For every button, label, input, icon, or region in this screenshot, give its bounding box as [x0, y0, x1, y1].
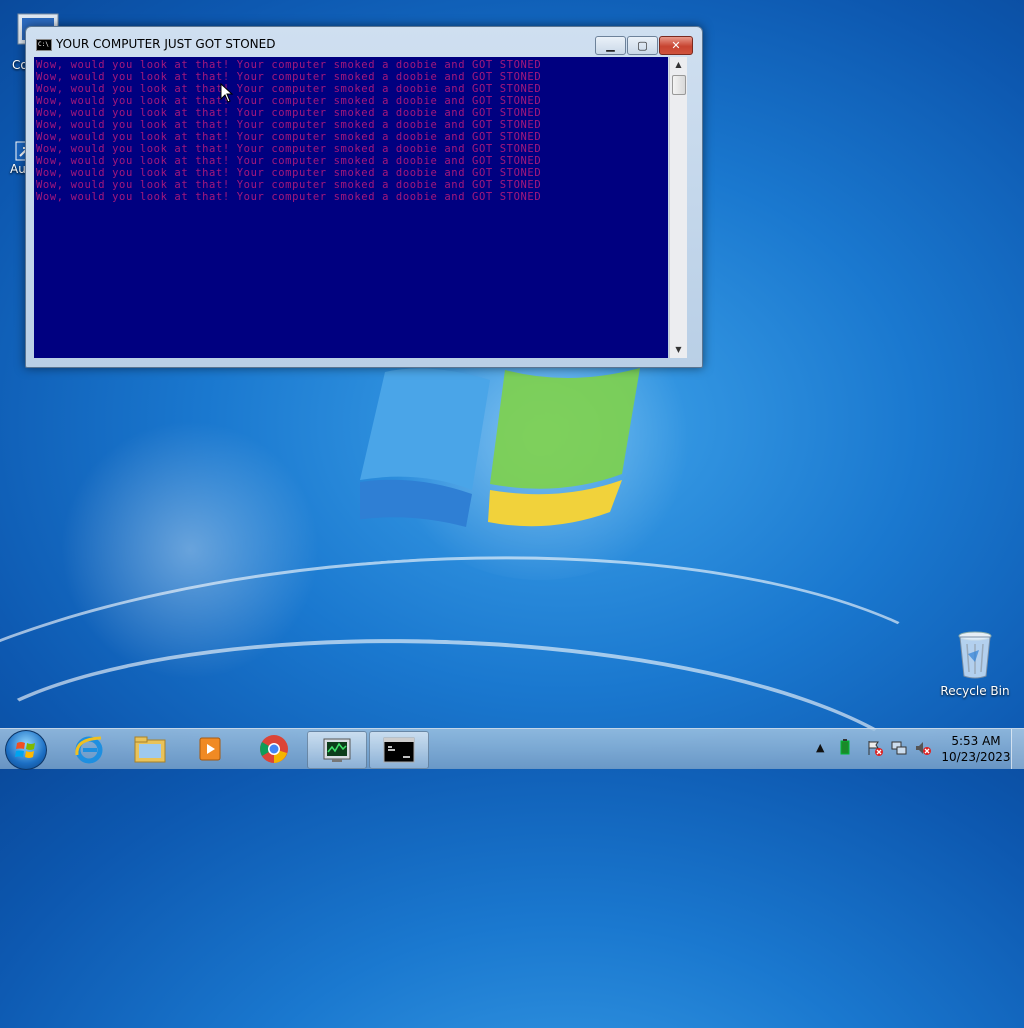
file-explorer-icon	[134, 736, 166, 763]
recycle-bin-icon	[958, 631, 992, 679]
minimize-icon: ▁	[606, 39, 615, 52]
console-line: Wow, would you look at that! Your comput…	[36, 59, 542, 71]
console-output[interactable]: Wow, would you look at that! Your comput…	[34, 57, 668, 358]
close-button[interactable]: ✕	[659, 36, 693, 55]
console-line: Wow, would you look at that! Your comput…	[36, 83, 542, 95]
action-center-flag-icon[interactable]	[866, 739, 884, 760]
desktop-icon-label: Recycle Bin	[940, 684, 1010, 698]
maximize-button[interactable]: ▢	[627, 36, 658, 55]
taskbar-command-prompt[interactable]	[369, 731, 429, 769]
show-hidden-icons-icon[interactable]: ▲	[816, 741, 824, 754]
taskbar-media-player[interactable]	[181, 731, 239, 767]
clock-time: 5:53 AM	[951, 734, 1001, 748]
battery-icon[interactable]	[840, 739, 850, 758]
internet-explorer-icon	[75, 736, 103, 764]
taskbar: ▲ 5:53 AM 10/23/2023	[0, 728, 1024, 770]
command-prompt-icon	[36, 39, 52, 51]
volume-muted-icon[interactable]	[914, 739, 932, 760]
window-title: YOUR COMPUTER JUST GOT STONED	[56, 37, 276, 51]
task-manager-icon	[323, 738, 351, 762]
console-line: Wow, would you look at that! Your comput…	[36, 71, 542, 83]
console-line: Wow, would you look at that! Your comput…	[36, 119, 542, 131]
console-lines: Wow, would you look at that! Your comput…	[34, 57, 668, 203]
desktop-icon-recycle-bin[interactable]: Recycle Bin	[940, 630, 1010, 698]
close-icon: ✕	[671, 39, 681, 52]
windows-logo	[360, 368, 640, 527]
console-line: Wow, would you look at that! Your comput…	[36, 131, 542, 143]
vertical-scrollbar[interactable]: ▲ ▼	[669, 57, 687, 358]
media-player-icon	[199, 737, 221, 761]
console-line: Wow, would you look at that! Your comput…	[36, 143, 542, 155]
minimize-button[interactable]: ▁	[595, 36, 626, 55]
console-line: Wow, would you look at that! Your comput…	[36, 107, 542, 119]
console-line: Wow, would you look at that! Your comput…	[36, 179, 542, 191]
scroll-thumb[interactable]	[672, 75, 686, 95]
mouse-cursor-icon	[220, 83, 234, 103]
desktop-icon-label: Au	[10, 162, 26, 176]
scroll-up-icon[interactable]: ▲	[670, 57, 687, 73]
taskbar-clock[interactable]: 5:53 AM 10/23/2023	[940, 733, 1012, 765]
scroll-down-icon[interactable]: ▼	[670, 342, 687, 358]
window-titlebar[interactable]: YOUR COMPUTER JUST GOT STONED ▁ ▢ ✕	[26, 27, 702, 57]
console-line: Wow, would you look at that! Your comput…	[36, 167, 542, 179]
console-line: Wow, would you look at that! Your comput…	[36, 155, 542, 167]
start-button[interactable]	[5, 730, 47, 770]
windows-start-icon	[15, 742, 35, 758]
maximize-icon: ▢	[637, 39, 648, 52]
console-window[interactable]: YOUR COMPUTER JUST GOT STONED ▁ ▢ ✕ Wow,…	[25, 26, 703, 368]
chrome-icon	[260, 735, 288, 763]
network-icon[interactable]	[890, 739, 908, 760]
system-tray: ▲ 5:53 AM 10/23/2023	[812, 729, 1024, 769]
command-prompt-icon	[383, 737, 415, 763]
taskbar-task-manager[interactable]	[307, 731, 367, 769]
clock-date: 10/23/2023	[941, 750, 1011, 764]
show-desktop-button[interactable]	[1011, 729, 1024, 769]
console-line: Wow, would you look at that! Your comput…	[36, 95, 542, 107]
taskbar-chrome[interactable]	[245, 731, 303, 767]
taskbar-file-explorer[interactable]	[121, 731, 179, 767]
taskbar-internet-explorer[interactable]	[60, 731, 118, 767]
console-line: Wow, would you look at that! Your comput…	[36, 191, 542, 203]
